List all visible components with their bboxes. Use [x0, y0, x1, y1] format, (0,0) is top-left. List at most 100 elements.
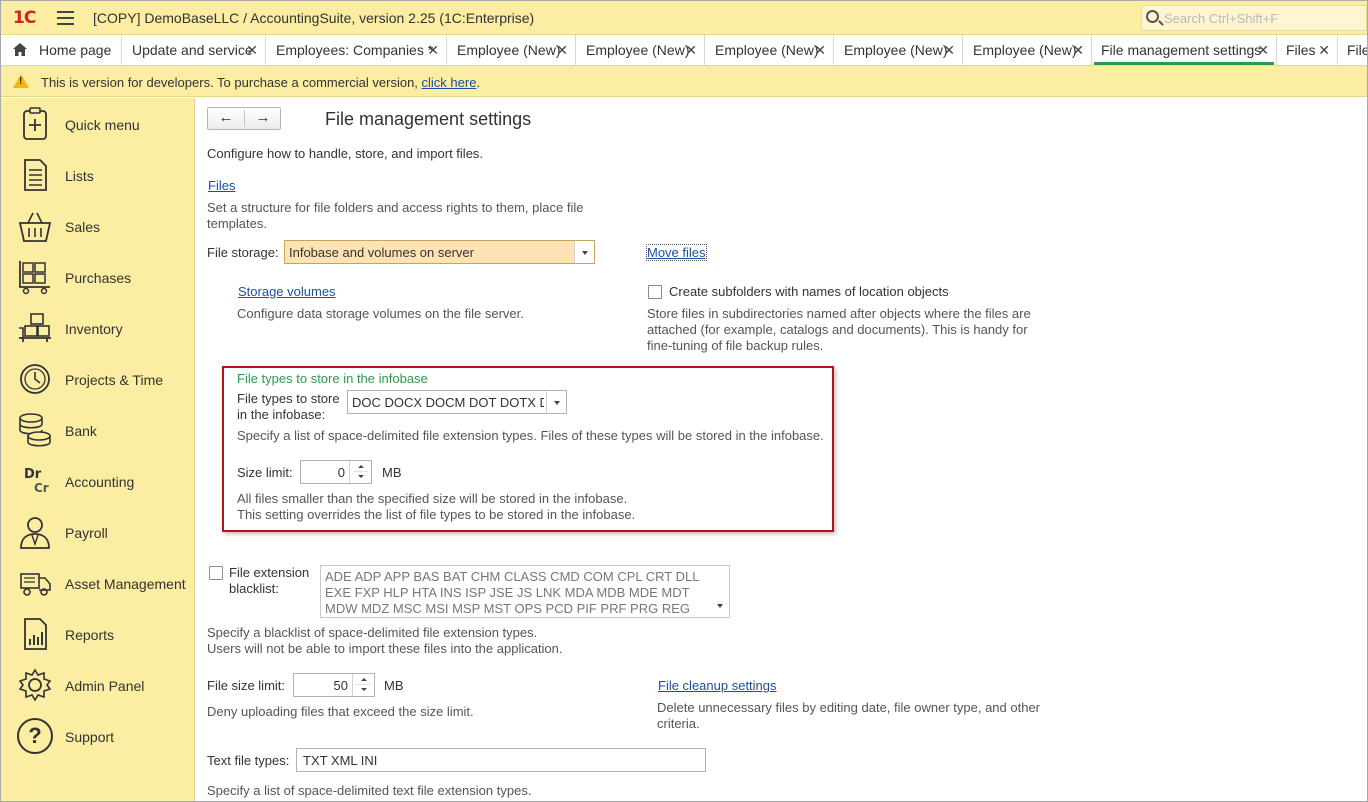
sidebar-item-lists[interactable]: Lists: [1, 151, 195, 199]
file-size-limit-label: File size limit:: [207, 678, 286, 693]
sidebar-item-label: Asset Management: [65, 576, 186, 592]
sidebar-item-purchases[interactable]: Purchases: [1, 253, 195, 301]
sidebar-item-label: Lists: [65, 168, 94, 184]
close-icon[interactable]: ✕: [685, 42, 697, 59]
tab-employee-new[interactable]: Employee (New) ✕: [963, 35, 1092, 65]
sidebar-item-label: Admin Panel: [65, 678, 145, 694]
tab-file[interactable]: File: [1338, 35, 1367, 65]
create-subfolders-label: Create subfolders with names of location…: [669, 284, 949, 299]
sidebar-item-projects-time[interactable]: Projects & Time: [1, 355, 195, 403]
files-description-line2: templates.: [207, 216, 267, 231]
page-intro: Configure how to handle, store, and impo…: [207, 146, 484, 161]
close-icon[interactable]: ✕: [556, 42, 568, 59]
file-size-limit-unit: MB: [384, 678, 404, 693]
move-files-link[interactable]: Move files: [646, 244, 707, 261]
text-file-types-input[interactable]: TXT XML INI: [296, 748, 706, 772]
sidebar-item-asset-management[interactable]: Asset Management: [1, 559, 195, 607]
truck-icon: [20, 573, 51, 596]
tab-label: Files: [1286, 42, 1316, 58]
sidebar-item-label: Projects & Time: [65, 372, 164, 388]
tab-label: Employee (New): [715, 42, 819, 58]
text-file-types-description: Specify a list of space-delimited text f…: [207, 783, 532, 798]
purchase-link[interactable]: click here: [422, 75, 477, 90]
tab-label: Employee (New): [457, 42, 561, 58]
file-types-description: Specify a list of space-delimited file e…: [237, 428, 824, 443]
quick-menu-icon: [23, 107, 47, 140]
tab-employee-new[interactable]: Employee (New) ✕: [834, 35, 963, 65]
size-limit-description-line2: This setting overrides the list of file …: [237, 507, 636, 522]
close-icon[interactable]: ✕: [1072, 42, 1084, 59]
scroll-down-icon[interactable]: [717, 604, 723, 608]
back-button[interactable]: ←: [208, 108, 244, 129]
close-icon[interactable]: ✕: [814, 42, 826, 59]
blacklist-line: EXE FXP HLP HTA INS ISP JSE JS LNK MDA M…: [325, 585, 690, 600]
file-types-select[interactable]: DOC DOCX DOCM DOT DOTX D: [347, 390, 567, 414]
tab-label: Update and service: [132, 42, 253, 58]
sidebar-item-accounting[interactable]: Dr Cr Accounting: [1, 457, 195, 505]
person-icon: [20, 517, 50, 549]
tab-update-and-service[interactable]: Update and service ✕: [122, 35, 266, 65]
tab-employees-companies[interactable]: Employees: Companies * ✕: [266, 35, 447, 65]
tab-files[interactable]: Files ✕: [1277, 35, 1338, 65]
sidebar-item-support[interactable]: ? Support: [1, 712, 195, 760]
file-types-label-line1: File types to store: [237, 391, 340, 406]
main-content: ← → File management settings Configure h…: [196, 98, 1367, 801]
file-size-limit-stepper[interactable]: 50: [293, 673, 375, 697]
blacklist-checkbox[interactable]: [209, 566, 223, 580]
clock-icon: [20, 364, 50, 394]
subfolders-description-line3: fine-tuning of file backup rules.: [647, 338, 824, 353]
forward-button[interactable]: →: [245, 108, 281, 129]
file-size-limit-value: 50: [333, 678, 348, 693]
blacklist-line: ADE ADP APP BAS BAT CHM CLASS CMD COM CP…: [325, 569, 700, 584]
tab-employee-new[interactable]: Employee (New) ✕: [576, 35, 705, 65]
tab-label: Employee (New): [586, 42, 690, 58]
create-subfolders-checkbox[interactable]: [648, 285, 662, 299]
sidebar-item-bank[interactable]: Bank: [1, 406, 195, 454]
tab-file-management-settings[interactable]: File management settings ✕: [1092, 35, 1277, 65]
tab-label: File management settings: [1101, 42, 1262, 58]
sidebar-item-inventory[interactable]: Inventory: [1, 304, 195, 352]
sidebar-item-sales[interactable]: Sales: [1, 202, 195, 250]
tab-employee-new[interactable]: Employee (New) ✕: [705, 35, 834, 65]
close-icon[interactable]: ✕: [1318, 42, 1330, 59]
chevron-down-icon[interactable]: [574, 241, 594, 263]
title-bar: 1C [COPY] DemoBaseLLC / AccountingSuite,…: [1, 1, 1367, 35]
sidebar-item-payroll[interactable]: Payroll: [1, 508, 195, 556]
tab-employee-new[interactable]: Employee (New) ✕: [447, 35, 576, 65]
sidebar-item-label: Reports: [65, 627, 115, 643]
gear-icon: [18, 668, 52, 702]
question-icon: ?: [17, 718, 53, 754]
close-icon[interactable]: ✕: [943, 42, 955, 59]
files-link[interactable]: Files: [208, 178, 235, 193]
blacklist-label-line1: File extension: [229, 565, 310, 580]
active-tab-indicator: [1094, 62, 1274, 65]
dr-cr-icon: Dr Cr: [17, 463, 53, 499]
close-icon[interactable]: ✕: [427, 42, 439, 59]
file-cleanup-description-line1: Delete unnecessary files by editing date…: [657, 700, 1041, 715]
size-limit-value: 0: [337, 465, 345, 480]
file-cleanup-settings-link[interactable]: File cleanup settings: [658, 678, 777, 693]
main-menu-icon[interactable]: [57, 11, 74, 25]
spin-arrows-icon[interactable]: [349, 461, 371, 483]
close-icon[interactable]: ✕: [246, 42, 258, 59]
sidebar-item-admin-panel[interactable]: Admin Panel: [1, 661, 195, 709]
size-limit-stepper[interactable]: 0: [300, 460, 372, 484]
tab-home-page[interactable]: Home page: [1, 35, 122, 65]
blacklist-line: MDW MDZ MSC MSI MSP MST OPS PCD PIF PRF …: [325, 601, 690, 616]
sidebar-item-quick-menu[interactable]: Quick menu: [1, 100, 195, 148]
blacklist-description-line2: Users will not be able to import these f…: [207, 641, 563, 656]
blacklist-field[interactable]: ADE ADP APP BAS BAT CHM CLASS CMD COM CP…: [320, 565, 730, 618]
sidebar-item-label: Purchases: [65, 270, 132, 286]
banner-message: This is version for developers. To purch…: [41, 75, 422, 90]
global-search[interactable]: [1141, 5, 1367, 31]
chevron-down-icon[interactable]: [546, 391, 566, 413]
spin-arrows-icon[interactable]: [352, 674, 374, 696]
file-storage-select[interactable]: Infobase and volumes on server: [284, 240, 595, 264]
app-title: [COPY] DemoBaseLLC / AccountingSuite, ve…: [93, 10, 535, 26]
cart-icon: [19, 261, 50, 295]
search-input[interactable]: [1164, 9, 1362, 27]
storage-volumes-link[interactable]: Storage volumes: [238, 284, 336, 299]
close-icon[interactable]: ✕: [1257, 42, 1269, 59]
sidebar-item-reports[interactable]: Reports: [1, 610, 195, 658]
text-file-types-label: Text file types:: [207, 753, 290, 768]
